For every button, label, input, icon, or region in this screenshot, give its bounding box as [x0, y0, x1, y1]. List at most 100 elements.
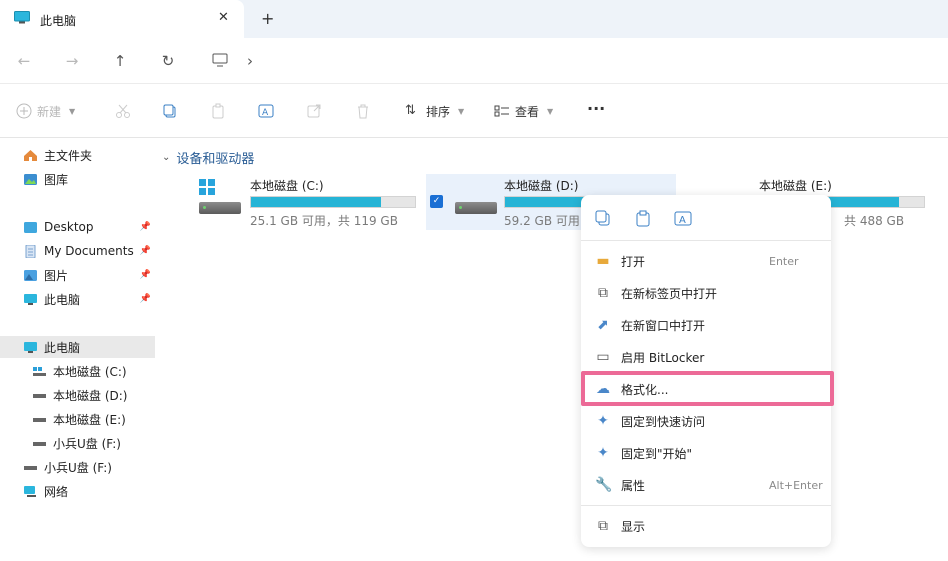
- sort-label: 排序: [426, 104, 451, 119]
- menu-item-shortcut: Enter: [769, 254, 799, 268]
- menu-item-label: 打开: [621, 254, 646, 269]
- folder-icon: ▬: [596, 253, 610, 269]
- wrench-icon: 🔧: [595, 477, 613, 493]
- svg-text:A: A: [262, 108, 269, 118]
- drive-image: [455, 202, 497, 214]
- new-window-icon: ⬈: [597, 317, 609, 333]
- sidebar-item-my-documents[interactable]: My Documents 📌: [0, 240, 155, 262]
- format-highlight-box: [581, 371, 834, 406]
- sidebar-item-label: My Documents: [44, 244, 134, 258]
- sidebar-item-drive-d[interactable]: 本地磁盘 (D:): [0, 384, 155, 406]
- new-tab-button[interactable]: +: [261, 9, 274, 28]
- sidebar-item-usb-f-root[interactable]: 小兵U盘 (F:): [0, 456, 155, 478]
- menu-item-pin-quick-access[interactable]: ✦ 固定到快速访问: [581, 407, 831, 435]
- pin-icon[interactable]: 📌: [140, 270, 151, 280]
- menu-item-label: 显示: [621, 519, 646, 534]
- menu-item-open[interactable]: ▬ 打开 Enter: [581, 247, 831, 275]
- menu-item-label: 固定到快速访问: [621, 414, 706, 429]
- menu-item-pin-start[interactable]: ✦ 固定到"开始": [581, 439, 831, 467]
- sidebar-item-this-pc[interactable]: 此电脑: [0, 336, 155, 358]
- cut-icon[interactable]: [115, 103, 131, 119]
- drive-size: 25.1 GB 可用，共 119 GB: [250, 214, 398, 228]
- sidebar-item-drive-c[interactable]: 本地磁盘 (C:): [0, 360, 155, 382]
- close-icon[interactable]: ✕: [218, 10, 229, 25]
- sidebar-item-gallery[interactable]: 图库: [0, 168, 155, 190]
- refresh-icon[interactable]: ↻: [157, 50, 179, 72]
- back-arrow-icon[interactable]: ←: [13, 50, 35, 72]
- pin-icon[interactable]: 📌: [140, 246, 151, 256]
- share-icon[interactable]: [306, 103, 322, 119]
- sidebar-item-label: 本地磁盘 (C:): [53, 364, 127, 379]
- copy-icon[interactable]: [162, 103, 178, 119]
- delete-icon[interactable]: [355, 103, 371, 119]
- sidebar-item-desktop[interactable]: Desktop 📌: [0, 216, 155, 238]
- home-icon: [24, 149, 37, 161]
- sort-icon: ⇅: [405, 103, 416, 118]
- drive-usage-bar: [250, 196, 416, 208]
- sidebar-item-label: 此电脑: [44, 340, 81, 355]
- sidebar-item-home[interactable]: 主文件夹: [0, 144, 155, 166]
- new-label: 新建: [37, 104, 62, 119]
- menu-divider: [581, 505, 831, 506]
- menu-item-open-new-window[interactable]: ⬈ 在新窗口中打开: [581, 311, 831, 339]
- new-button[interactable]: 新建 ▼: [16, 101, 75, 121]
- selection-checkbox[interactable]: ✓: [430, 195, 443, 208]
- paste-icon[interactable]: [210, 103, 226, 119]
- pin-icon: ✦: [597, 413, 609, 429]
- menu-item-label: 在新窗口中打开: [621, 318, 706, 333]
- drive-image: [199, 202, 241, 214]
- group-header-devices[interactable]: ⌄ 设备和驱动器: [162, 148, 254, 167]
- view-button[interactable]: 查看 ▼: [494, 101, 553, 121]
- sidebar-item-label: 此电脑: [44, 292, 81, 307]
- command-bar: 新建 ▼ A ⇅ 排序 ▼ 查看 ▼ ···: [0, 84, 948, 138]
- pin-icon[interactable]: 📌: [140, 294, 151, 304]
- paste-icon[interactable]: [634, 209, 652, 227]
- forward-arrow-icon[interactable]: →: [61, 50, 83, 72]
- sidebar-item-this-pc-pinned[interactable]: 此电脑 📌: [0, 288, 155, 310]
- copy-icon[interactable]: [594, 209, 612, 227]
- windows-drive-icon: [33, 366, 46, 376]
- sidebar-item-label: 小兵U盘 (F:): [44, 460, 112, 475]
- sidebar-item-pictures[interactable]: 图片 📌: [0, 264, 155, 286]
- up-arrow-icon[interactable]: ↑: [109, 50, 131, 72]
- tab-title: 此电脑: [40, 14, 77, 28]
- pictures-icon: [24, 269, 37, 281]
- breadcrumb-chevron-icon[interactable]: ›: [239, 50, 261, 72]
- chevron-down-icon[interactable]: ⌄: [162, 152, 170, 163]
- drive-name: 本地磁盘 (E:): [759, 179, 832, 193]
- menu-item-properties[interactable]: 🔧 属性 Alt+Enter: [581, 471, 831, 499]
- drive-tile-c[interactable]: 本地磁盘 (C:) 25.1 GB 可用，共 119 GB: [194, 174, 422, 230]
- view-label: 查看: [515, 104, 540, 119]
- menu-item-bitlocker[interactable]: ▭ 启用 BitLocker: [581, 343, 831, 371]
- drive-name: 本地磁盘 (D:): [504, 179, 579, 193]
- sidebar-item-label: 主文件夹: [44, 148, 93, 163]
- menu-item-label: 固定到"开始": [621, 446, 693, 461]
- rename-icon[interactable]: A: [674, 209, 692, 227]
- desktop-folder-icon: [24, 221, 37, 233]
- more-options-icon[interactable]: ···: [587, 99, 605, 118]
- monitor-icon[interactable]: [212, 53, 228, 67]
- new-plus-icon: [16, 103, 32, 119]
- sidebar-item-label: 本地磁盘 (D:): [53, 388, 128, 403]
- drive-icon: [33, 393, 46, 398]
- menu-divider: [581, 240, 831, 241]
- sidebar-item-drive-e[interactable]: 本地磁盘 (E:): [0, 408, 155, 430]
- sidebar-item-label: 图库: [44, 172, 69, 187]
- pin-icon[interactable]: 📌: [140, 222, 151, 232]
- sort-button[interactable]: ⇅ 排序 ▼: [405, 101, 464, 121]
- title-bar: 此电脑 ✕ +: [0, 0, 948, 38]
- sidebar-item-label: Desktop: [44, 220, 94, 234]
- computer-icon: [24, 341, 37, 353]
- group-title: 设备和驱动器: [176, 152, 255, 167]
- sidebar-item-label: 网络: [44, 484, 69, 499]
- sidebar-item-network[interactable]: 网络: [0, 480, 155, 502]
- menu-item-show-more[interactable]: ⧉ 显示: [581, 512, 831, 540]
- rename-icon[interactable]: A: [258, 103, 274, 119]
- menu-item-shortcut: Alt+Enter: [769, 478, 823, 492]
- svg-text:A: A: [679, 215, 686, 226]
- computer-icon: [24, 293, 37, 305]
- sidebar-item-usb-f[interactable]: 小兵U盘 (F:): [0, 432, 155, 454]
- pin-icon: ✦: [597, 445, 609, 461]
- menu-item-open-new-tab[interactable]: ⧉ 在新标签页中打开: [581, 279, 831, 307]
- tab-this-pc[interactable]: 此电脑 ✕: [0, 0, 244, 38]
